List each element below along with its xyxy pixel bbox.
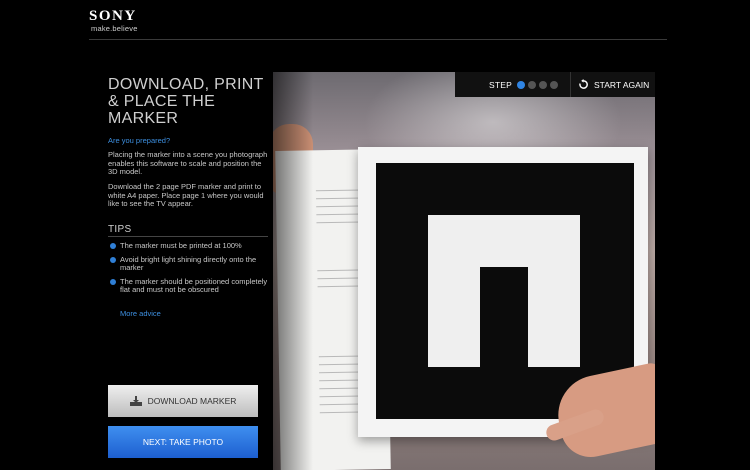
step-dot-2 bbox=[528, 80, 537, 89]
download-marker-button[interactable]: DOWNLOAD MARKER bbox=[108, 385, 258, 417]
tips-divider bbox=[108, 236, 268, 237]
step-divider bbox=[570, 72, 572, 97]
start-again-button[interactable]: START AGAIN bbox=[578, 79, 649, 90]
step-dot-3 bbox=[539, 80, 548, 89]
bullet-icon bbox=[110, 278, 116, 285]
tip-text: The marker should be positioned complete… bbox=[120, 276, 268, 295]
next-take-photo-button[interactable]: NEXT: TAKE PHOTO bbox=[108, 426, 258, 458]
header: SONY make.believe bbox=[0, 0, 750, 40]
step-dot-4 bbox=[550, 80, 559, 89]
panel-shadow bbox=[273, 72, 313, 470]
step-bar: STEP START AGAIN bbox=[455, 72, 655, 97]
step-label: STEP bbox=[489, 79, 513, 90]
tip-item: The marker must be printed at 100% bbox=[108, 241, 268, 251]
tips-list: The marker must be printed at 100% Avoid… bbox=[108, 241, 268, 300]
marker-photo: STEP START AGAIN bbox=[273, 72, 655, 470]
sony-logo[interactable]: SONY bbox=[89, 8, 137, 25]
next-take-photo-label: NEXT: TAKE PHOTO bbox=[142, 437, 224, 447]
page-title: DOWNLOAD, PRINT & PLACE THE MARKER bbox=[108, 76, 264, 127]
more-advice-link[interactable]: More advice bbox=[120, 309, 161, 318]
tip-item: The marker should be positioned complete… bbox=[108, 276, 268, 295]
start-again-label: START AGAIN bbox=[594, 79, 650, 90]
step-dot-1 bbox=[517, 80, 526, 89]
intro-paragraph: Placing the marker into a scene you phot… bbox=[108, 150, 268, 177]
are-you-prepared-link[interactable]: Are you prepared? bbox=[108, 136, 170, 145]
restart-icon bbox=[579, 79, 588, 89]
download-marker-label: DOWNLOAD MARKER bbox=[147, 396, 237, 406]
tip-text: The marker must be printed at 100% bbox=[120, 241, 242, 250]
marker-inner-square bbox=[428, 215, 580, 367]
bullet-icon bbox=[110, 243, 116, 249]
header-divider bbox=[89, 39, 667, 40]
brand-tagline: make.believe bbox=[91, 24, 138, 33]
marker-notch bbox=[480, 267, 528, 367]
download-icon bbox=[129, 396, 142, 406]
download-instructions: Download the 2 page PDF marker and print… bbox=[108, 182, 264, 209]
tips-heading: TIPS bbox=[108, 224, 132, 235]
tip-text: Avoid bright light shining directly onto… bbox=[120, 254, 257, 273]
text-line bbox=[316, 221, 362, 224]
bullet-icon bbox=[110, 256, 116, 263]
instructions-panel: DOWNLOAD, PRINT & PLACE THE MARKER Are y… bbox=[108, 72, 273, 470]
step-indicator bbox=[517, 80, 561, 89]
tip-item: Avoid bright light shining directly onto… bbox=[108, 254, 268, 273]
